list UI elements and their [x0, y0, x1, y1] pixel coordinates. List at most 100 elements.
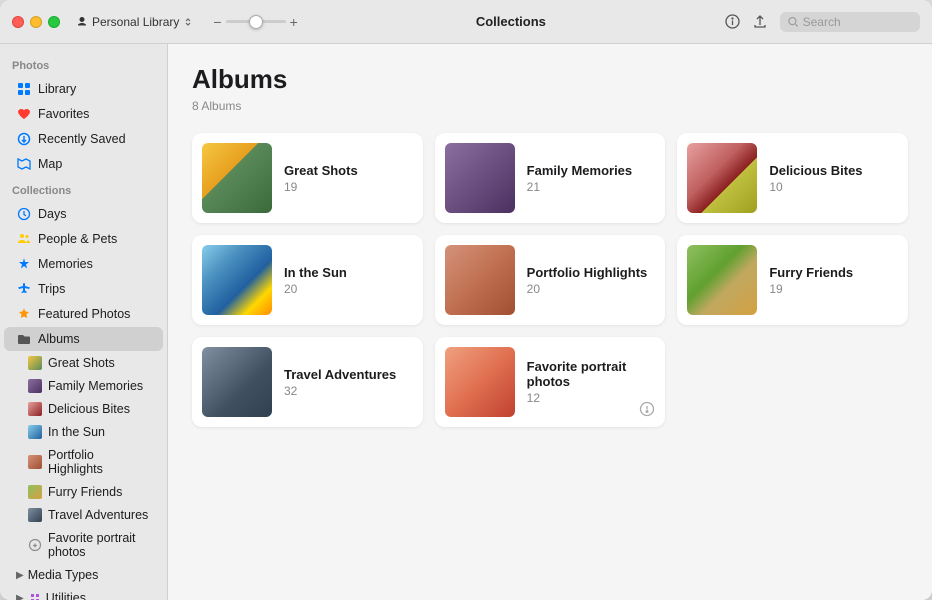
album-name: Family Memories: [527, 163, 656, 178]
sidebar-portfolio-label: Portfolio Highlights: [48, 448, 151, 476]
album-card-in-the-sun[interactable]: In the Sun 20: [192, 235, 423, 325]
album-name: In the Sun: [284, 265, 413, 280]
sidebar-item-utilities[interactable]: ▶ Utilities: [4, 587, 163, 600]
search-input[interactable]: [803, 15, 912, 29]
sidebar-item-map[interactable]: Map: [4, 152, 163, 176]
sidebar-favorites-label: Favorites: [38, 107, 89, 121]
album-grid: Great Shots 19 Family Memories 21 Delici…: [192, 133, 908, 427]
featured-icon: [16, 306, 32, 322]
sidebar-days-label: Days: [38, 207, 66, 221]
sidebar-in-the-sun-label: In the Sun: [48, 425, 105, 439]
album-name: Portfolio Highlights: [527, 265, 656, 280]
album-name: Delicious Bites: [769, 163, 898, 178]
sidebar-item-favorite-portrait-photos[interactable]: Favorite portrait photos: [4, 527, 163, 563]
sidebar-item-memories[interactable]: Memories: [4, 252, 163, 276]
sidebar-trips-label: Trips: [38, 282, 65, 296]
delicious-bites-thumb-icon: [28, 402, 42, 416]
sidebar-item-featured-photos[interactable]: Featured Photos: [4, 302, 163, 326]
chevron-right-icon: ▶: [16, 570, 24, 581]
album-thumbnail: [202, 143, 272, 213]
album-info: Travel Adventures 32: [284, 367, 413, 398]
great-shots-thumb-icon: [28, 356, 42, 370]
album-thumbnail: [202, 245, 272, 315]
share-button[interactable]: [752, 14, 768, 30]
sidebar-item-people-pets[interactable]: People & Pets: [4, 227, 163, 251]
search-bar[interactable]: [780, 12, 920, 32]
album-card-furry-friends[interactable]: Furry Friends 19: [677, 235, 908, 325]
sidebar-item-portfolio-highlights[interactable]: Portfolio Highlights: [4, 444, 163, 480]
album-count: 12: [527, 391, 656, 405]
sidebar-item-delicious-bites[interactable]: Delicious Bites: [4, 398, 163, 420]
sidebar-item-media-types[interactable]: ▶ Media Types: [4, 564, 163, 586]
sidebar-item-albums[interactable]: Albums: [4, 327, 163, 351]
sidebar-item-favorites[interactable]: Favorites: [4, 102, 163, 126]
albums-count: 8 Albums: [192, 99, 908, 113]
album-card-favorite-portrait-photos[interactable]: Favorite portrait photos 12: [435, 337, 666, 427]
album-thumbnail: [687, 245, 757, 315]
zoom-out-button[interactable]: −: [213, 14, 221, 30]
album-card-portfolio-highlights[interactable]: Portfolio Highlights 20: [435, 235, 666, 325]
sidebar-great-shots-label: Great Shots: [48, 356, 115, 370]
album-card-great-shots[interactable]: Great Shots 19: [192, 133, 423, 223]
main-content: Photos Library Favorites: [0, 44, 932, 600]
minimize-button[interactable]: [30, 16, 42, 28]
album-card-delicious-bites[interactable]: Delicious Bites 10: [677, 133, 908, 223]
sidebar-library-label: Library: [38, 82, 76, 96]
search-icon: [788, 16, 799, 28]
map-icon: [16, 156, 32, 172]
album-count: 21: [527, 180, 656, 194]
slider-thumb[interactable]: [249, 15, 263, 29]
album-count: 32: [284, 384, 413, 398]
favorite-portraits-icon: [28, 538, 42, 552]
album-card-family-memories[interactable]: Family Memories 21: [435, 133, 666, 223]
grid-icon: [16, 81, 32, 97]
photos-section-label: Photos: [0, 52, 167, 76]
sidebar-item-great-shots[interactable]: Great Shots: [4, 352, 163, 374]
slider-track[interactable]: [226, 20, 286, 23]
sidebar-item-library[interactable]: Library: [4, 77, 163, 101]
sidebar-item-travel-adventures[interactable]: Travel Adventures: [4, 504, 163, 526]
sparkles-icon: [16, 256, 32, 272]
titlebar: Personal Library − + Collections: [0, 0, 932, 44]
sidebar-item-days[interactable]: Days: [4, 202, 163, 226]
family-memories-thumb-icon: [28, 379, 42, 393]
info-button[interactable]: [724, 14, 740, 30]
album-info: Furry Friends 19: [769, 265, 898, 296]
content-area: Albums 8 Albums Great Shots 19 Family Me…: [168, 44, 932, 600]
album-thumbnail: [445, 347, 515, 417]
zoom-in-button[interactable]: +: [290, 14, 298, 30]
furry-friends-thumb-icon: [28, 485, 42, 499]
sidebar-item-furry-friends[interactable]: Furry Friends: [4, 481, 163, 503]
album-info: In the Sun 20: [284, 265, 413, 296]
portfolio-thumb-icon: [28, 455, 42, 469]
sidebar-favorite-portraits-label: Favorite portrait photos: [48, 531, 151, 559]
traffic-lights: [12, 16, 60, 28]
sidebar-item-family-memories[interactable]: Family Memories: [4, 375, 163, 397]
sidebar: Photos Library Favorites: [0, 44, 168, 600]
album-info: Great Shots 19: [284, 163, 413, 194]
in-the-sun-thumb-icon: [28, 425, 42, 439]
arrow-down-icon: [16, 131, 32, 147]
album-thumbnail: [202, 347, 272, 417]
album-count: 19: [284, 180, 413, 194]
sidebar-albums-label: Albums: [38, 332, 80, 346]
sidebar-travel-adventures-label: Travel Adventures: [48, 508, 148, 522]
maximize-button[interactable]: [48, 16, 60, 28]
sidebar-item-in-the-sun[interactable]: In the Sun: [4, 421, 163, 443]
sidebar-item-trips[interactable]: Trips: [4, 277, 163, 301]
sidebar-furry-friends-label: Furry Friends: [48, 485, 122, 499]
sidebar-memories-label: Memories: [38, 257, 93, 271]
collections-section-label: Collections: [0, 177, 167, 201]
close-button[interactable]: [12, 16, 24, 28]
album-name: Travel Adventures: [284, 367, 413, 382]
album-count: 19: [769, 282, 898, 296]
album-card-travel-adventures[interactable]: Travel Adventures 32: [192, 337, 423, 427]
sidebar-item-recently-saved[interactable]: Recently Saved: [4, 127, 163, 151]
sidebar-map-label: Map: [38, 157, 62, 171]
album-name: Great Shots: [284, 163, 413, 178]
album-settings-icon[interactable]: [639, 401, 657, 419]
album-name: Favorite portrait photos: [527, 359, 656, 389]
sidebar-featured-photos-label: Featured Photos: [38, 307, 130, 321]
zoom-slider[interactable]: − +: [213, 14, 297, 30]
library-selector[interactable]: Personal Library: [76, 15, 193, 29]
